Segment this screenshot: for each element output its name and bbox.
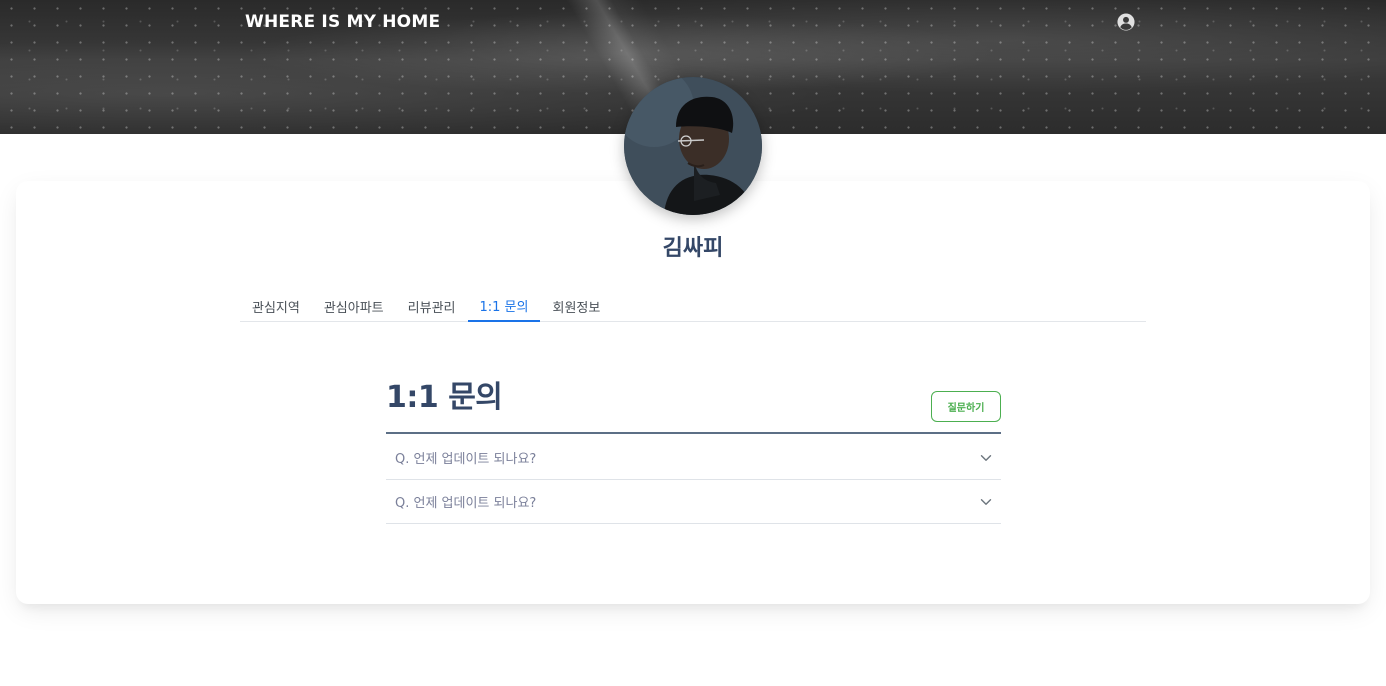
- list-item[interactable]: Q. 언제 업데이트 되나요?: [386, 436, 1001, 480]
- question-text: Q. 언제 업데이트 되나요?: [395, 496, 537, 511]
- profile-tabs: 관심지역 관심아파트 리뷰관리 1:1 문의 회원정보: [240, 290, 1146, 322]
- page-title: 1:1 문의: [386, 380, 503, 415]
- avatar-portrait-image: [624, 77, 762, 215]
- user-circle-icon[interactable]: [1117, 13, 1135, 31]
- tab-interest-apartment[interactable]: 관심아파트: [312, 290, 396, 322]
- question-text: Q. 언제 업데이트 되나요?: [395, 452, 537, 467]
- avatar: [624, 77, 762, 215]
- ask-question-button[interactable]: 질문하기: [931, 391, 1001, 422]
- qna-divider: [386, 432, 1001, 434]
- tab-member-info[interactable]: 회원정보: [540, 290, 612, 322]
- brand-logo[interactable]: WHERE IS MY HOME: [245, 12, 440, 32]
- user-name: 김싸피: [662, 236, 724, 261]
- tab-review-management[interactable]: 리뷰관리: [396, 290, 468, 322]
- chevron-down-icon[interactable]: [979, 495, 993, 509]
- chevron-down-icon[interactable]: [979, 451, 993, 465]
- tab-interest-area[interactable]: 관심지역: [240, 290, 312, 322]
- tab-one-on-one-inquiry[interactable]: 1:1 문의: [467, 290, 541, 322]
- list-item[interactable]: Q. 언제 업데이트 되나요?: [386, 480, 1001, 524]
